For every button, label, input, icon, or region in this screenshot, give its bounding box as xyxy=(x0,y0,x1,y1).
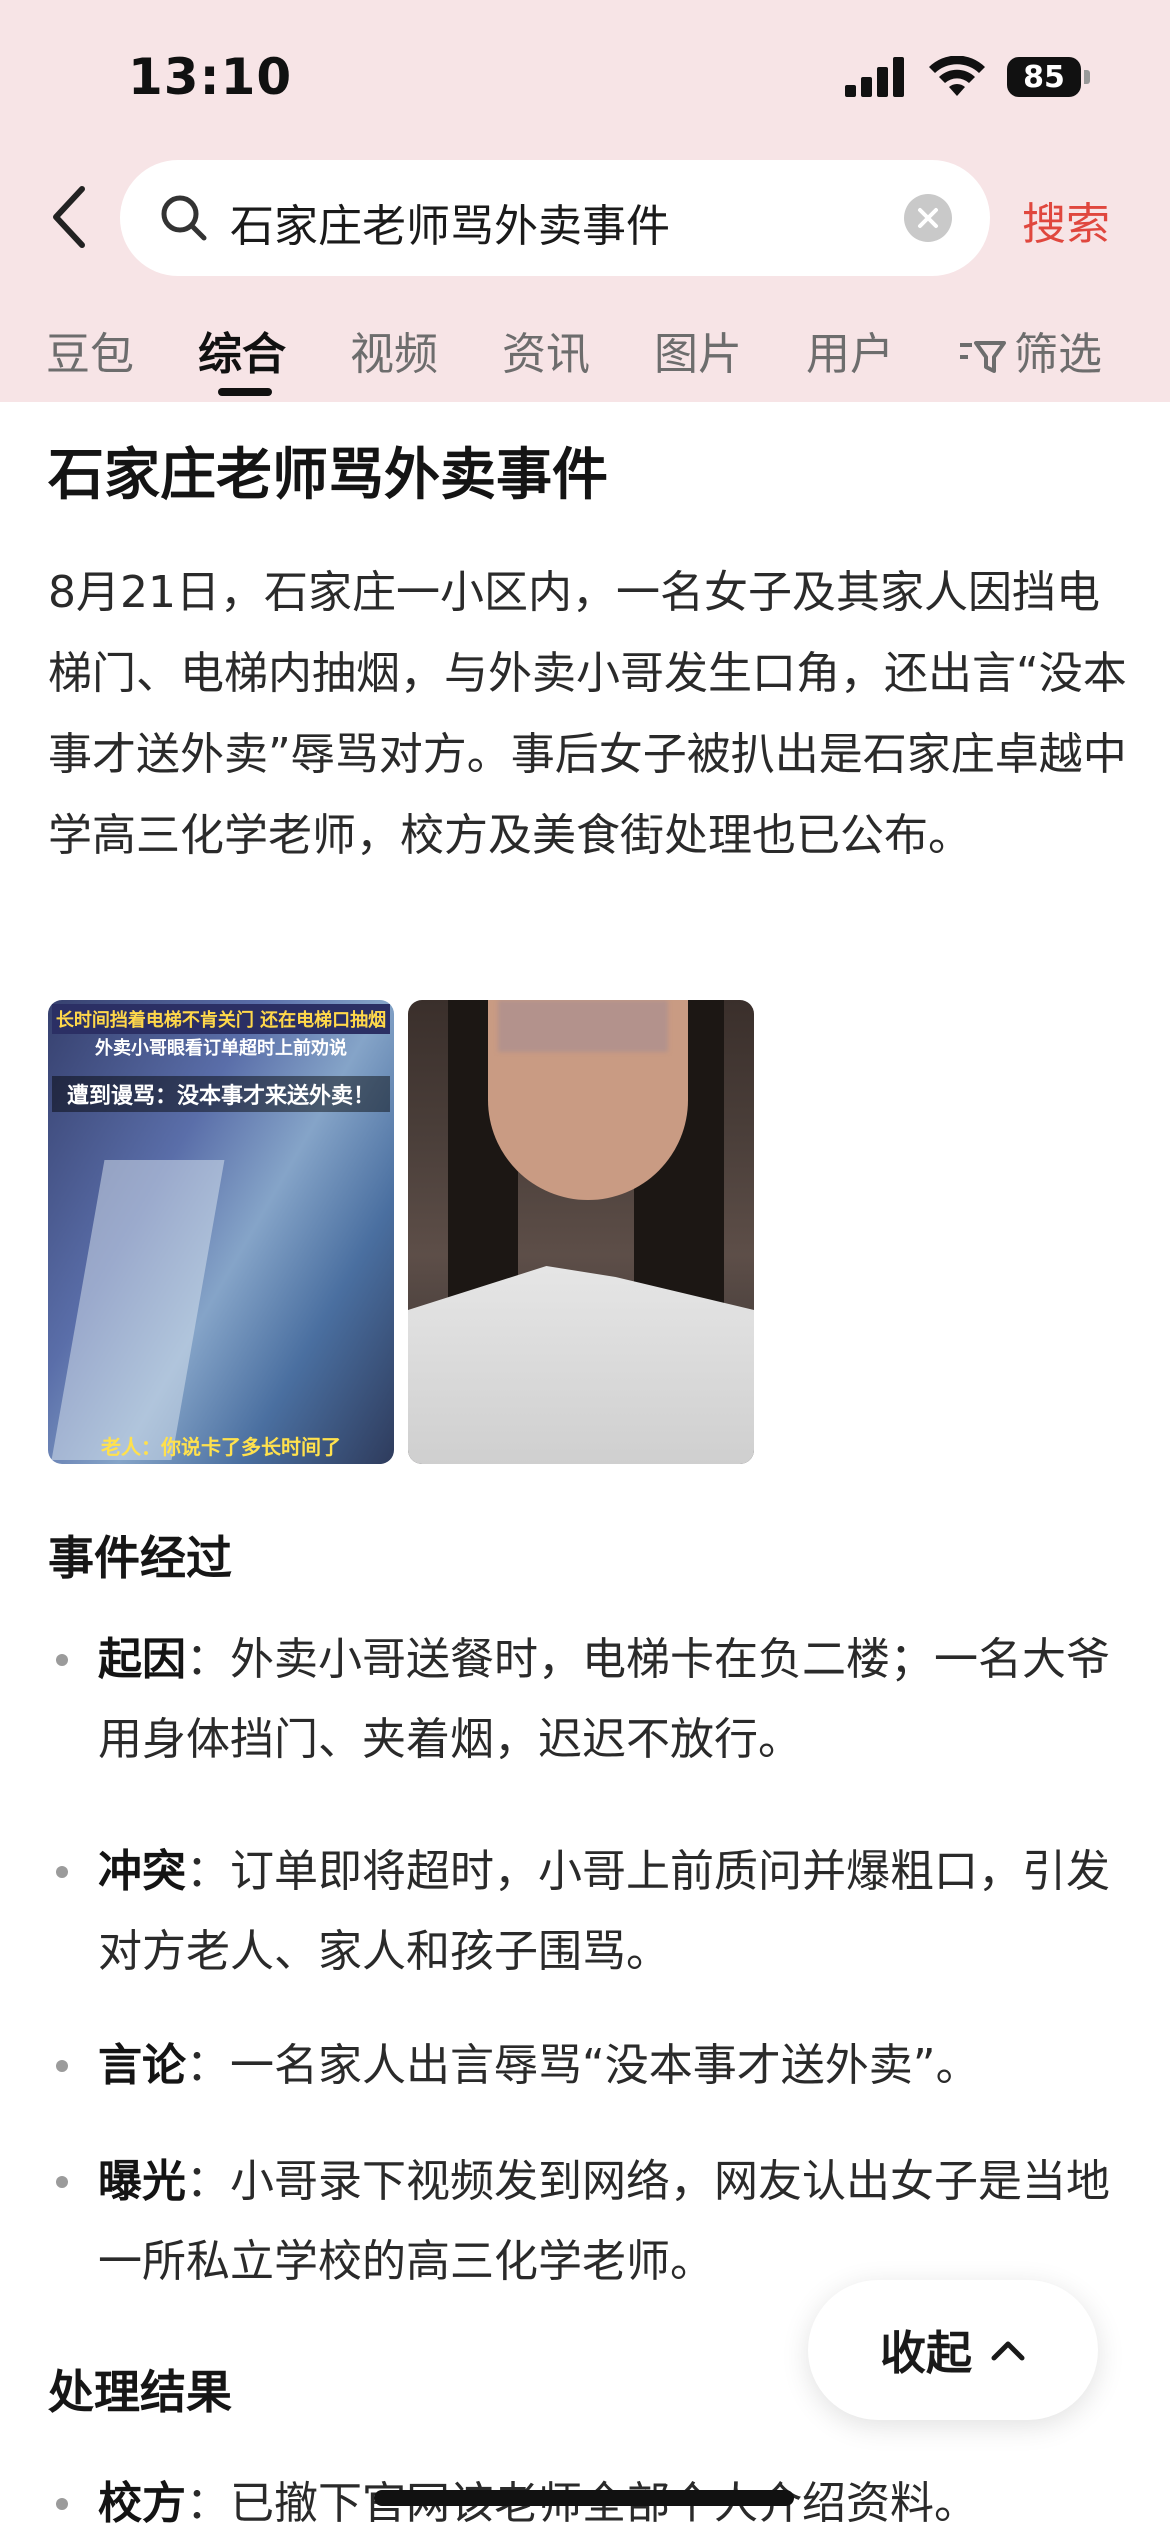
home-indicator xyxy=(374,2490,794,2506)
chevron-up-icon xyxy=(991,2341,1025,2361)
battery-icon: 85 xyxy=(1007,57,1090,97)
bullet-text: 一名家人出言辱骂“没本事才送外卖”。 xyxy=(230,2040,980,2091)
tab-news[interactable]: 资讯 xyxy=(502,318,590,382)
search-button[interactable]: 搜索 xyxy=(1022,188,1110,252)
bullet-key: 曝光 xyxy=(98,2156,186,2207)
bullet-key: 校方 xyxy=(98,2478,186,2529)
bullet-text: 订单即将超时，小哥上前质问并爆粗口，引发对方老人、家人和孩子围骂。 xyxy=(98,1846,1110,1977)
signal-icon xyxy=(845,57,904,97)
back-icon[interactable] xyxy=(44,182,92,252)
tab-images[interactable]: 图片 xyxy=(654,318,742,382)
image-caption: 外卖小哥眼看订单超时上前劝说 xyxy=(95,1038,347,1059)
clear-icon[interactable] xyxy=(904,194,952,242)
search-input[interactable]: 石家庄老师骂外卖事件 xyxy=(120,160,990,276)
tab-bar: 豆包 综合 视频 资讯 图片 用户 筛选 xyxy=(0,318,1170,402)
bullet-key: 起因 xyxy=(98,1634,186,1685)
tab-filter-label: 筛选 xyxy=(1014,329,1102,380)
search-icon xyxy=(161,195,207,241)
bullet-key: 言论 xyxy=(98,2040,186,2091)
header: 13:10 85 石家庄老师骂外卖事件 搜索 豆包 综合 视频 资讯 图片 用户… xyxy=(0,0,1170,402)
section-title-results: 处理结果 xyxy=(48,2365,232,2419)
image-caption: 老人：你说卡了多长时间了 xyxy=(101,1435,341,1459)
collapse-button[interactable]: 收起 xyxy=(808,2280,1098,2420)
list-item: 起因：外卖小哥送餐时，电梯卡在负二楼；一名大爷用身体挡门、夹着烟，迟迟不放行。 xyxy=(48,1620,1128,1780)
active-tab-indicator xyxy=(218,388,272,396)
bullet-text: 小哥录下视频发到网络，网友认出女子是当地一所私立学校的高三化学老师。 xyxy=(98,2156,1110,2287)
filter-icon xyxy=(960,341,1006,373)
video-thumbnail-1[interactable]: 长时间挡着电梯不肯关门 还在电梯口抽烟 外卖小哥眼看订单超时上前劝说 遭到谩骂：… xyxy=(48,1000,394,1464)
bullet-key: 冲突 xyxy=(98,1846,186,1897)
section-title-events: 事件经过 xyxy=(48,1531,232,1585)
search-query: 石家庄老师骂外卖事件 xyxy=(230,201,670,252)
article-summary: 8月21日，石家庄一小区内，一名女子及其家人因挡电梯门、电梯内抽烟，与外卖小哥发… xyxy=(48,567,1127,861)
tab-video[interactable]: 视频 xyxy=(350,318,438,382)
bullet-text: 外卖小哥送餐时，电梯卡在负二楼；一名大爷用身体挡门、夹着烟，迟迟不放行。 xyxy=(98,1634,1110,1765)
list-item: 曝光：小哥录下视频发到网络，网友认出女子是当地一所私立学校的高三化学老师。 xyxy=(48,2142,1128,2302)
image-caption: 长时间挡着电梯不肯关门 还在电梯口抽烟 xyxy=(52,1004,390,1034)
tab-filter[interactable]: 筛选 xyxy=(958,318,1102,382)
battery-level: 85 xyxy=(1007,57,1081,97)
list-item: 冲突：订单即将超时，小哥上前质问并爆粗口，引发对方老人、家人和孩子围骂。 xyxy=(48,1832,1128,1992)
list-item: 言论：一名家人出言辱骂“没本事才送外卖”。 xyxy=(48,2026,1128,2106)
tab-users[interactable]: 用户 xyxy=(806,318,894,382)
tab-doubao[interactable]: 豆包 xyxy=(46,318,134,382)
wifi-icon xyxy=(929,56,985,96)
article-title: 石家庄老师骂外卖事件 xyxy=(48,443,608,508)
status-icons: 85 xyxy=(845,56,1090,98)
status-time: 13:10 xyxy=(128,48,293,106)
tab-all[interactable]: 综合 xyxy=(198,318,286,382)
image-row: 长时间挡着电梯不肯关门 还在电梯口抽烟 外卖小哥眼看订单超时上前劝说 遭到谩骂：… xyxy=(48,1000,754,1464)
image-caption: 遭到谩骂：没本事才来送外卖！ xyxy=(52,1076,390,1112)
photo-thumbnail-2[interactable] xyxy=(408,1000,754,1464)
collapse-label: 收起 xyxy=(880,2326,972,2380)
